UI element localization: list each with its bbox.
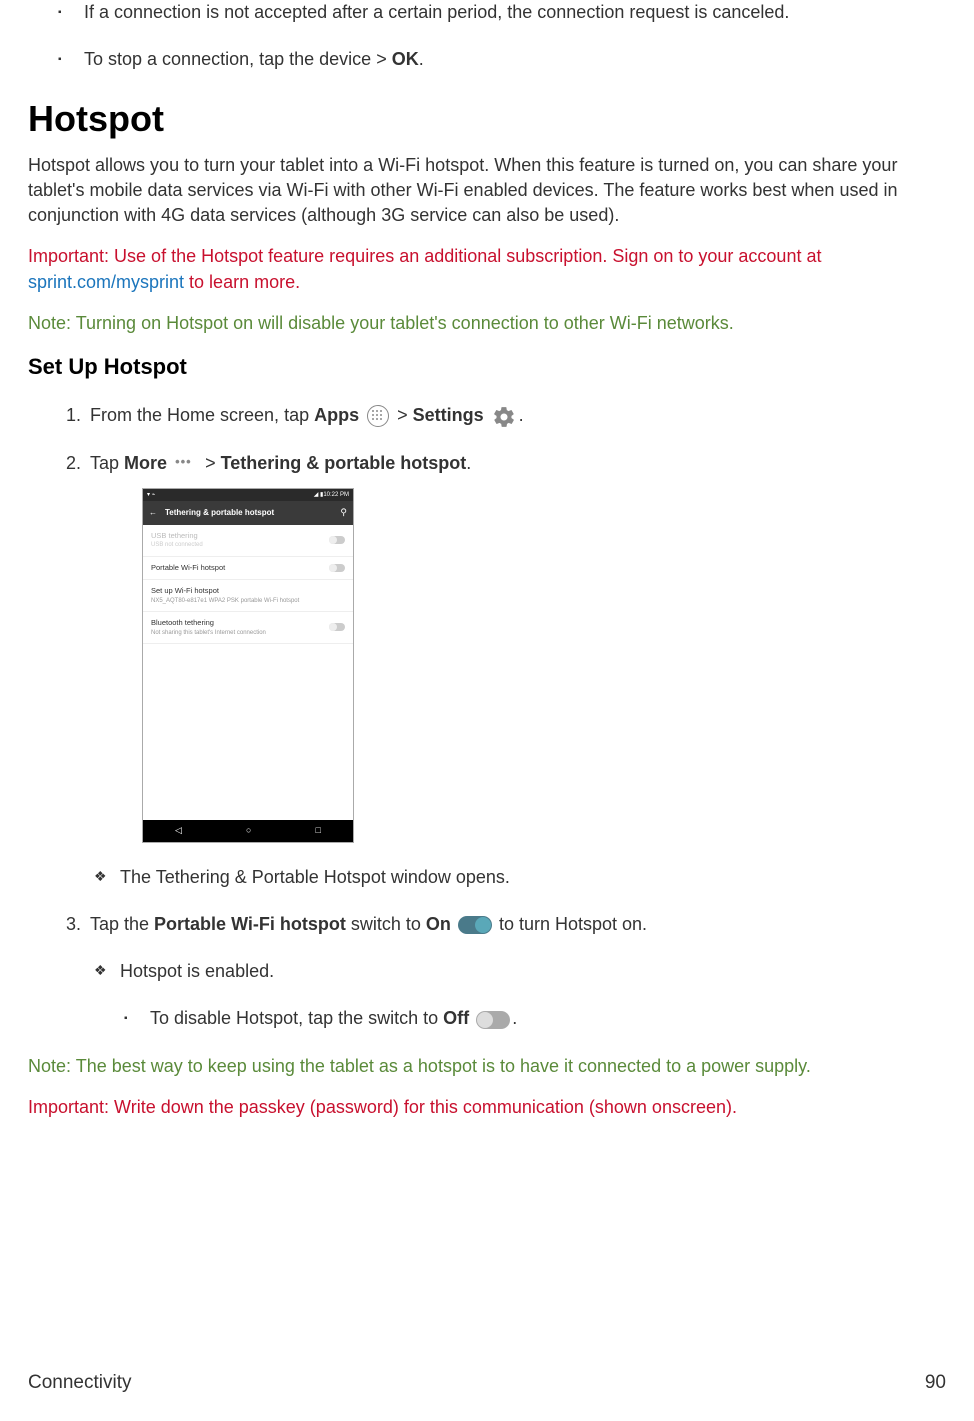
setup-steps: From the Home screen, tap Apps > Setting… [28, 403, 946, 1032]
tethering-label: Tethering & portable hotspot [221, 453, 467, 473]
step-text: . [466, 453, 471, 473]
sub-text: Hotspot is enabled. [120, 961, 274, 981]
toggle-icon [329, 623, 345, 631]
bullet-text: . [419, 49, 424, 69]
row-title: Portable Wi-Fi hotspot [151, 563, 225, 574]
toggle-icon [329, 564, 345, 572]
ok-label: OK [392, 49, 419, 69]
note-label: Note [28, 313, 66, 333]
important-label: Important [28, 1097, 104, 1117]
important-note: Important: Use of the Hotspot feature re… [28, 244, 946, 294]
portable-wifi-label: Portable Wi-Fi hotspot [154, 914, 346, 934]
app-header: ← Tethering & portable hotspot ⚲ [143, 501, 353, 525]
step-2: Tap More > Tethering & portable hotspot.… [86, 451, 946, 890]
hotspot-description: Hotspot allows you to turn your tablet i… [28, 153, 946, 229]
toggle-on-icon [458, 916, 492, 934]
step-text: switch to [346, 914, 426, 934]
sprint-link[interactable]: sprint.com/mysprint [28, 272, 184, 292]
row-title: USB tethering [151, 531, 203, 542]
signal-icon: ◢ ▮ [314, 491, 324, 499]
row-sub: NX5_AQT80-e817e1 WPA2 PSK portable Wi-Fi… [151, 597, 299, 605]
status-bar: ▾ ⌁ ◢ ▮ 10:22 PM [143, 489, 353, 501]
search-icon: ⚲ [340, 506, 347, 519]
off-label: Off [443, 1008, 469, 1028]
header-title: Tethering & portable hotspot [165, 507, 340, 518]
bullet-text: If a connection is not accepted after a … [84, 2, 789, 22]
step-1: From the Home screen, tap Apps > Setting… [86, 403, 946, 429]
note: Note: The best way to keep using the tab… [28, 1054, 946, 1079]
step3-sublist: Hotspot is enabled. To disable Hotspot, … [90, 959, 946, 1031]
nested-item: To disable Hotspot, tap the switch to Of… [150, 1006, 946, 1031]
step-3: Tap the Portable Wi-Fi hotspot switch to… [86, 912, 946, 1032]
intro-bullets: If a connection is not accepted after a … [28, 0, 946, 72]
note: Note: Turning on Hotspot on will disable… [28, 311, 946, 336]
important-note: Important: Write down the passkey (passw… [28, 1095, 946, 1120]
step-text: Tap [90, 453, 124, 473]
page-footer: Connectivity 90 [28, 1370, 946, 1397]
nav-bar: ◁ ○ □ [143, 820, 353, 842]
note-text: : The best way to keep using the tablet … [66, 1056, 811, 1076]
nested-text: . [512, 1008, 517, 1028]
more-label: More [124, 453, 167, 473]
step-text: to turn Hotspot on. [499, 914, 647, 934]
section-name: Connectivity [28, 1370, 132, 1397]
step2-sublist: The Tethering & Portable Hotspot window … [90, 865, 946, 890]
screenshot-tethering: ▾ ⌁ ◢ ▮ 10:22 PM ← Tethering & portable … [142, 488, 354, 843]
important-text: : Use of the Hotspot feature requires an… [104, 246, 821, 266]
status-icons: ▾ ⌁ [147, 491, 155, 499]
bullet-text: To stop a connection, tap the device > [84, 49, 392, 69]
apps-icon [367, 405, 389, 427]
toggle-off-icon [476, 1011, 510, 1029]
row-title: Set up Wi-Fi hotspot [151, 586, 299, 597]
nav-home-icon: ○ [246, 824, 251, 837]
status-time: 10:22 PM [323, 491, 349, 499]
important-text: to learn more. [184, 272, 300, 292]
settings-icon [492, 403, 516, 428]
hotspot-heading: Hotspot [28, 94, 946, 144]
settings-label: Settings [413, 405, 484, 425]
sub-item: Hotspot is enabled. To disable Hotspot, … [120, 959, 946, 1031]
toggle-icon [329, 536, 345, 544]
bullet-item: If a connection is not accepted after a … [84, 0, 946, 25]
step-text: > [397, 405, 413, 425]
on-label: On [426, 914, 451, 934]
bluetooth-tethering-row: Bluetooth tethering Not sharing this tab… [143, 612, 353, 644]
usb-tethering-row: USB tethering USB not connected [143, 525, 353, 557]
apps-label: Apps [314, 405, 359, 425]
portable-hotspot-row: Portable Wi-Fi hotspot [143, 557, 353, 581]
step-text: . [519, 405, 524, 425]
step-text: From the Home screen, tap [90, 405, 314, 425]
nested-text: To disable Hotspot, tap the switch to [150, 1008, 443, 1028]
setup-hotspot-row: Set up Wi-Fi hotspot NX5_AQT80-e817e1 WP… [143, 580, 353, 612]
bullet-item: To stop a connection, tap the device > O… [84, 47, 946, 72]
back-icon: ← [149, 507, 157, 518]
important-label: Important [28, 246, 104, 266]
nav-back-icon: ◁ [175, 824, 182, 837]
page-number: 90 [925, 1370, 946, 1397]
sub-item: The Tethering & Portable Hotspot window … [120, 865, 946, 890]
step-text: > [205, 453, 221, 473]
row-sub: Not sharing this tablet's Internet conne… [151, 629, 266, 637]
row-sub: USB not connected [151, 541, 203, 549]
note-text: : Turning on Hotspot on will disable you… [66, 313, 734, 333]
sub-text: The Tethering & Portable Hotspot window … [120, 867, 510, 887]
more-icon [175, 459, 197, 469]
important-text: : Write down the passkey (password) for … [104, 1097, 737, 1117]
row-title: Bluetooth tethering [151, 618, 266, 629]
note-label: Note [28, 1056, 66, 1076]
step3-nested: To disable Hotspot, tap the switch to Of… [120, 1006, 946, 1031]
setup-heading: Set Up Hotspot [28, 352, 946, 383]
nav-recent-icon: □ [316, 824, 321, 837]
step-text: Tap the [90, 914, 154, 934]
